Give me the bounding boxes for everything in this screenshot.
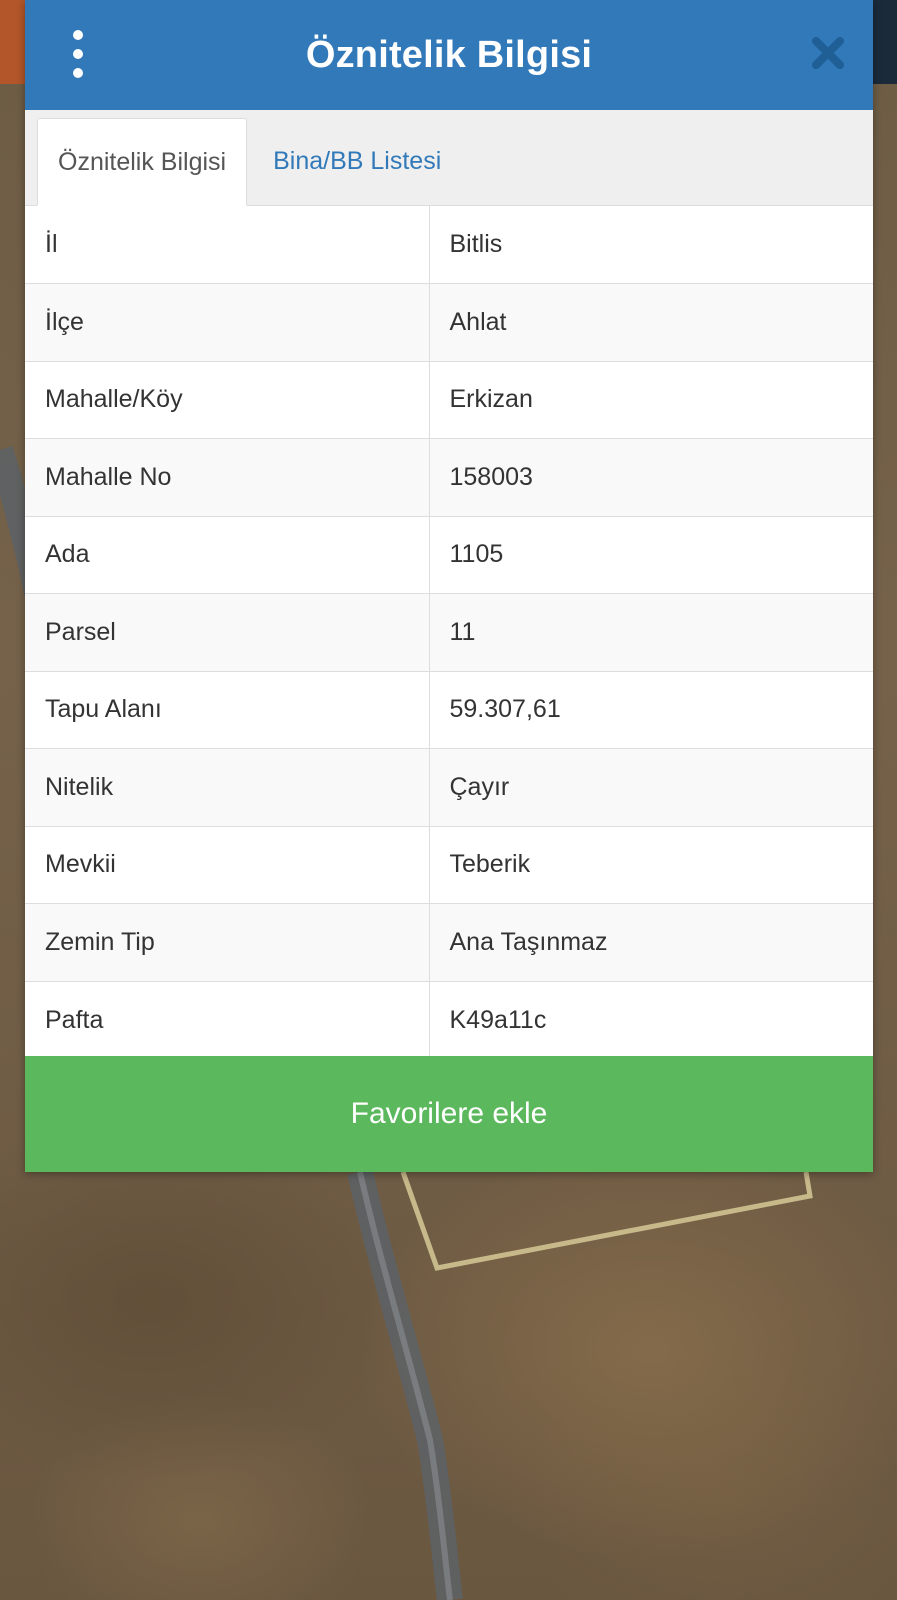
table-row: Mahalle No 158003: [25, 438, 873, 517]
attribute-value: 1105: [429, 516, 873, 594]
attribute-dialog: Öznitelik Bilgisi Öznitelik Bilgisi Bina…: [25, 0, 873, 1172]
attribute-value: 158003: [429, 438, 873, 517]
attribute-value: 11: [429, 593, 873, 672]
attribute-key: İlçe: [25, 283, 430, 362]
attribute-key: Pafta: [25, 981, 430, 1059]
tab-attribute-info[interactable]: Öznitelik Bilgisi: [37, 118, 248, 206]
table-row: Zemin Tip Ana Taşınmaz: [25, 903, 873, 982]
table-row: Mevkii Teberik: [25, 826, 873, 904]
table-row: Parsel 11: [25, 593, 873, 672]
attribute-table: İl Bitlis İlçe Ahlat Mahalle/Köy Erkizan Mahal…: [25, 206, 873, 1059]
attribute-key: İl: [25, 206, 430, 284]
dialog-title: Öznitelik Bilgisi: [305, 33, 593, 76]
parcel-boundary: [400, 1171, 813, 1271]
tab-building-list[interactable]: Bina/BB Listesi: [247, 117, 461, 205]
table-row: Nitelik Çayır: [25, 748, 873, 827]
attribute-key: Tapu Alanı: [25, 671, 430, 749]
attribute-value: Erkizan: [429, 361, 873, 439]
table-row: Ada 1105: [25, 516, 873, 594]
attribute-value: Ana Taşınmaz: [429, 903, 873, 982]
dialog-header: Öznitelik Bilgisi: [25, 0, 873, 110]
attribute-value: Ahlat: [429, 283, 873, 362]
attribute-value: Bitlis: [429, 206, 873, 284]
attribute-key: Mahalle/Köy: [25, 361, 430, 439]
attribute-value: K49a11c: [449, 1005, 547, 1034]
table-row: İl Bitlis: [25, 206, 873, 284]
attribute-key: Mahalle No: [25, 438, 430, 517]
attribute-key: Mevkii: [25, 826, 430, 904]
table-row: Pafta K49a11c: [25, 981, 873, 1059]
attribute-key: Zemin Tip: [25, 903, 430, 982]
attribute-value: 59.307,61: [429, 671, 873, 749]
add-to-favorites-button[interactable]: Favorilere ekle: [25, 1056, 873, 1172]
vertical-dots-icon[interactable]: [61, 30, 95, 78]
attribute-key: Ada: [25, 516, 430, 594]
table-row: Mahalle/Köy Erkizan: [25, 361, 873, 439]
close-icon[interactable]: [811, 36, 845, 70]
table-row: İlçe Ahlat: [25, 283, 873, 362]
attribute-value: Çayır: [429, 748, 873, 827]
attribute-value: Teberik: [429, 826, 873, 904]
tab-bar: Öznitelik Bilgisi Bina/BB Listesi: [25, 110, 873, 206]
table-row: Tapu Alanı 59.307,61: [25, 671, 873, 749]
attribute-key: Parsel: [25, 593, 430, 672]
attribute-key: Nitelik: [25, 748, 430, 827]
